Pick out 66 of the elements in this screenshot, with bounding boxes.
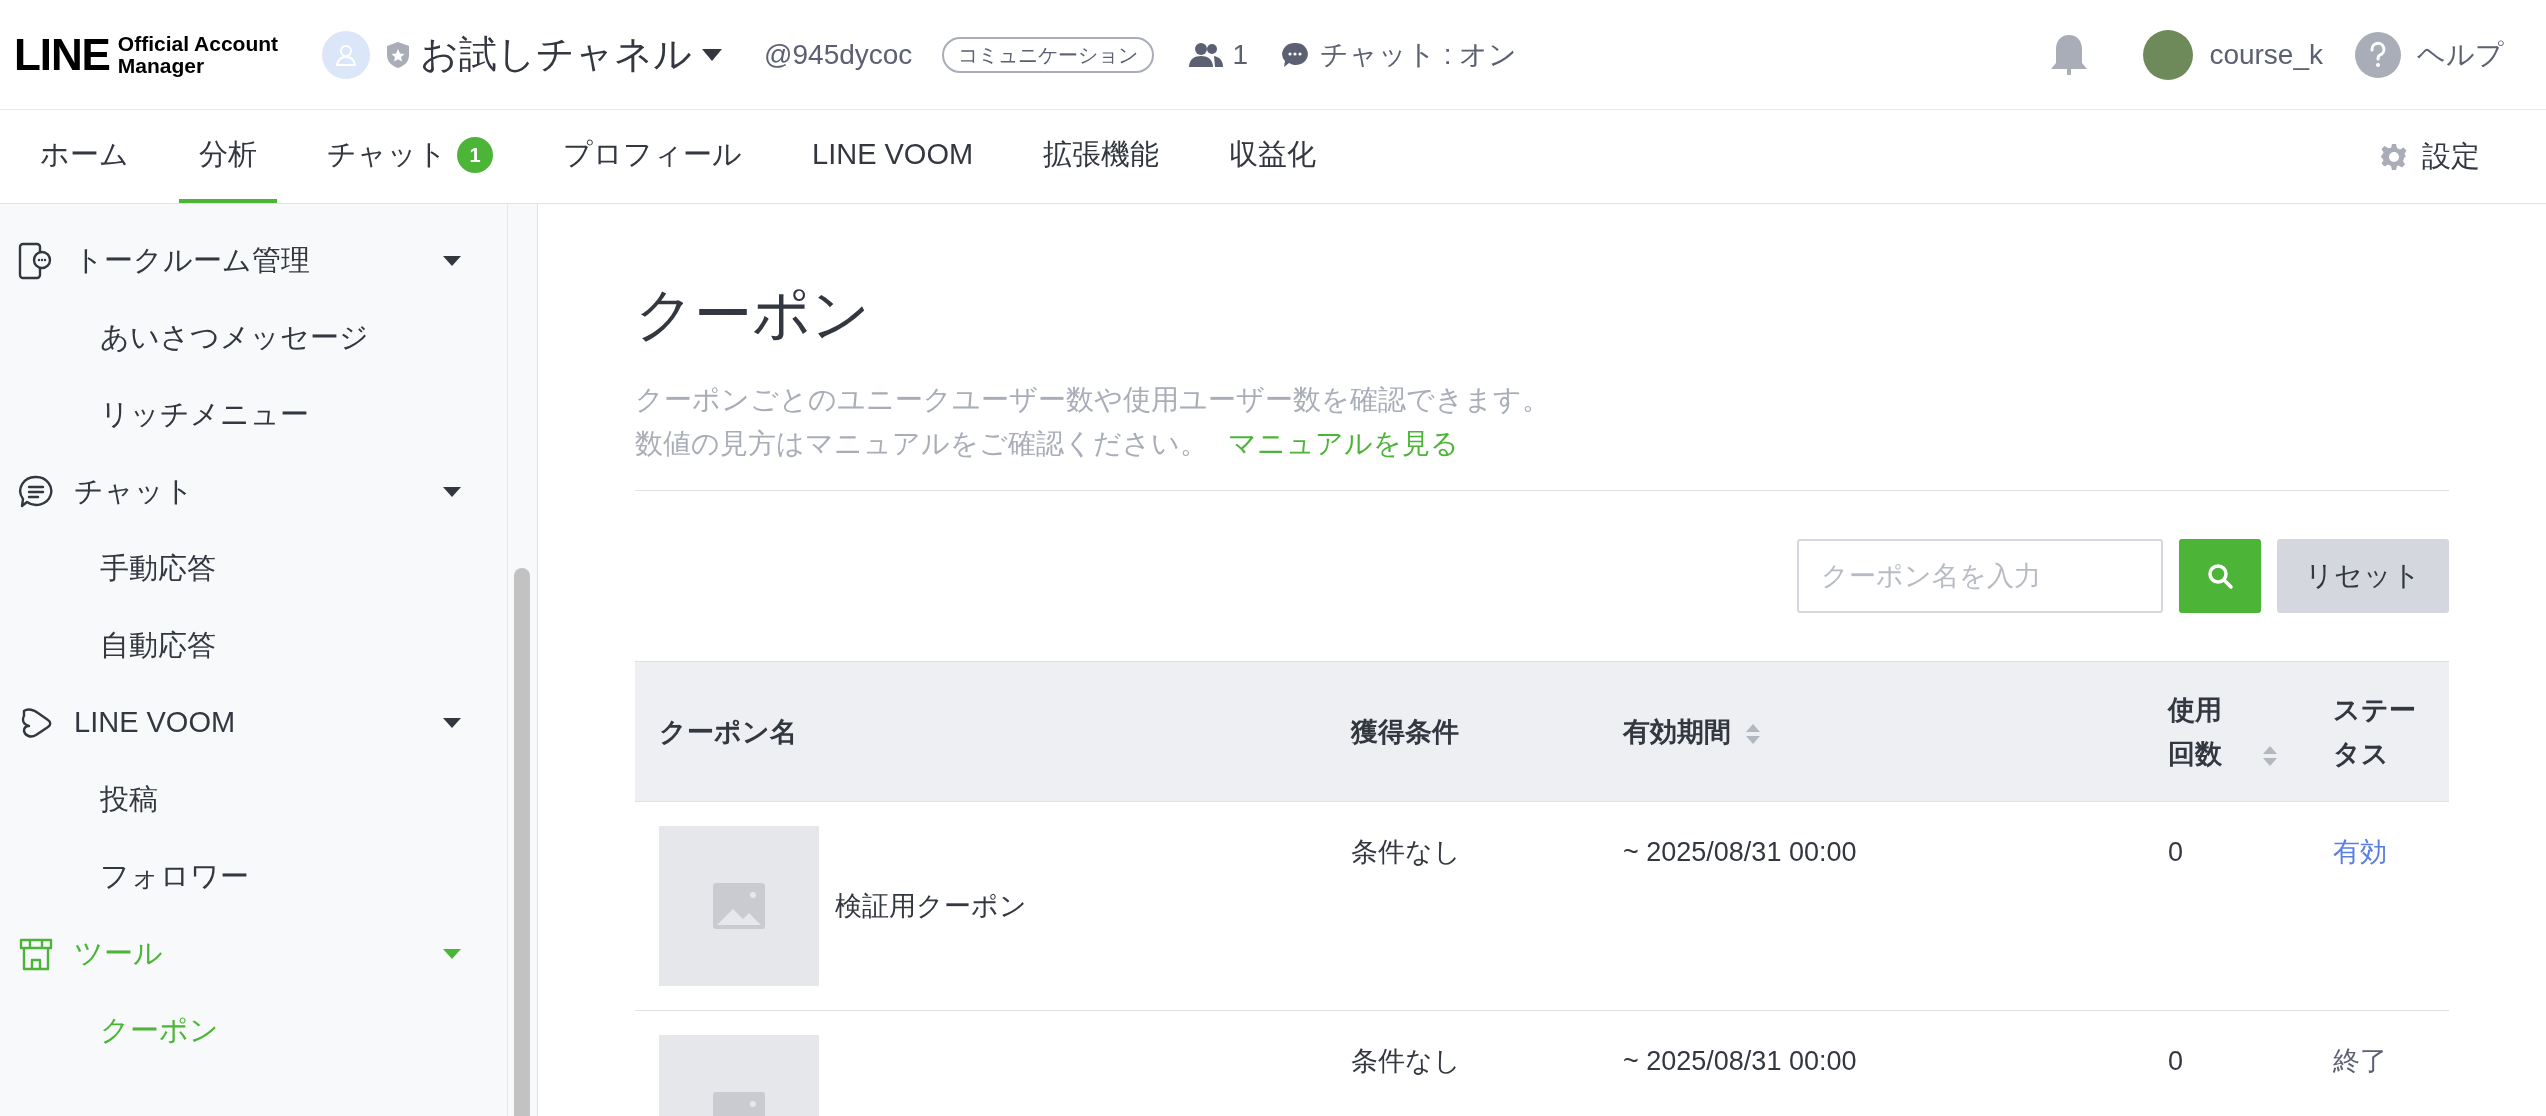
search-button[interactable] xyxy=(2179,539,2261,613)
help-icon[interactable] xyxy=(2355,31,2401,78)
group-label: トークルーム管理 xyxy=(74,242,310,278)
status-label: 有効 xyxy=(2333,837,2387,867)
image-icon xyxy=(713,883,765,929)
scrollbar-thumb[interactable] xyxy=(514,568,530,1116)
usage-count: 0 xyxy=(2168,837,2184,867)
caret-icon xyxy=(443,486,461,497)
bell-icon[interactable] xyxy=(2049,32,2090,77)
column-header: クーポン名 xyxy=(659,715,797,749)
nav-tab[interactable]: ホーム xyxy=(20,110,149,203)
sidebar-group[interactable]: トークルーム管理 xyxy=(18,222,487,299)
account-switcher[interactable]: お試しチャネル xyxy=(420,26,723,83)
period-cell: ~ 2025/08/31 00:00 xyxy=(1623,837,1857,867)
usage-count: 0 xyxy=(2168,1046,2184,1076)
sidebar-item[interactable]: フォロワー xyxy=(18,838,487,915)
coupon-name[interactable]: 検証用クーポン xyxy=(835,885,1027,927)
gear-icon xyxy=(2380,142,2408,171)
sidebar-item[interactable]: あいさつメッセージ xyxy=(18,299,487,376)
friend-count: 1 xyxy=(1232,37,1248,72)
coupon-search-field[interactable]: クーポン名を入力 xyxy=(1797,539,2163,613)
sidebar-item[interactable]: リッチメニュー xyxy=(18,376,487,453)
condition-cell: 条件なし xyxy=(1351,837,1461,867)
people-icon xyxy=(1188,41,1225,68)
account-id: @945dycoc xyxy=(764,37,913,72)
caret-icon xyxy=(702,48,723,61)
column-header[interactable]: 有効期間 xyxy=(1623,709,1731,754)
column-header: 獲得条件 xyxy=(1351,715,1459,749)
chat-bubble-icon xyxy=(1281,41,1308,68)
sidebar-item[interactable]: 自動応答 xyxy=(18,607,487,684)
group-label: チャット xyxy=(74,473,194,509)
caret-icon xyxy=(443,717,461,728)
group-label: LINE VOOM xyxy=(74,704,236,740)
caret-icon xyxy=(443,255,461,266)
logo-mark: LINE xyxy=(14,32,110,77)
sidebar-item[interactable]: 投稿 xyxy=(18,761,487,838)
page-title: クーポン xyxy=(635,280,871,348)
period-cell: ~ 2025/08/31 00:00 xyxy=(1623,1046,1857,1076)
nav-tab[interactable]: プロフィール xyxy=(543,110,762,203)
column-header: ステータス xyxy=(2333,693,2417,771)
count-badge: 1 xyxy=(457,136,493,173)
sidebar-group[interactable]: チャット xyxy=(18,453,487,530)
search-icon xyxy=(2206,562,2234,590)
plan-tag: コミュニケーション xyxy=(942,36,1155,73)
caret-icon xyxy=(443,948,461,959)
user-name[interactable]: course_k xyxy=(2209,33,2323,76)
nav-tab[interactable]: チャット 1 xyxy=(307,110,513,203)
group-label: ツール xyxy=(74,935,163,971)
help-link[interactable]: ヘルプ xyxy=(2417,33,2504,76)
page-description: クーポンごとのユニークユーザー数や使用ユーザー数を確認できます。 数値の見方はマニュアルをご確認ください。 マニュアルを見る xyxy=(635,383,1551,461)
logo-subtitle: Official Account Manager xyxy=(117,32,279,77)
settings-link[interactable]: 設定 xyxy=(2422,110,2480,203)
nav-tab[interactable]: LINE VOOM xyxy=(792,110,994,203)
sidebar-group[interactable]: LINE VOOM xyxy=(18,684,487,761)
column-header[interactable]: 使用回数 xyxy=(2168,687,2248,776)
phone-chat-icon xyxy=(18,241,52,280)
speech-bubble-icon xyxy=(18,473,54,510)
shield-star-icon xyxy=(386,40,411,69)
nav-tab[interactable]: 収益化 xyxy=(1209,110,1337,203)
nav-tab[interactable]: 拡張機能 xyxy=(1023,110,1180,203)
status-label: 終了 xyxy=(2333,1046,2387,1076)
person-icon xyxy=(336,43,357,66)
condition-cell: 条件なし xyxy=(1351,1046,1461,1076)
sidebar-item[interactable]: 手動応答 xyxy=(18,530,487,607)
reset-button[interactable]: リセット xyxy=(2277,539,2449,613)
chat-status: チャット : オン xyxy=(1319,37,1518,72)
